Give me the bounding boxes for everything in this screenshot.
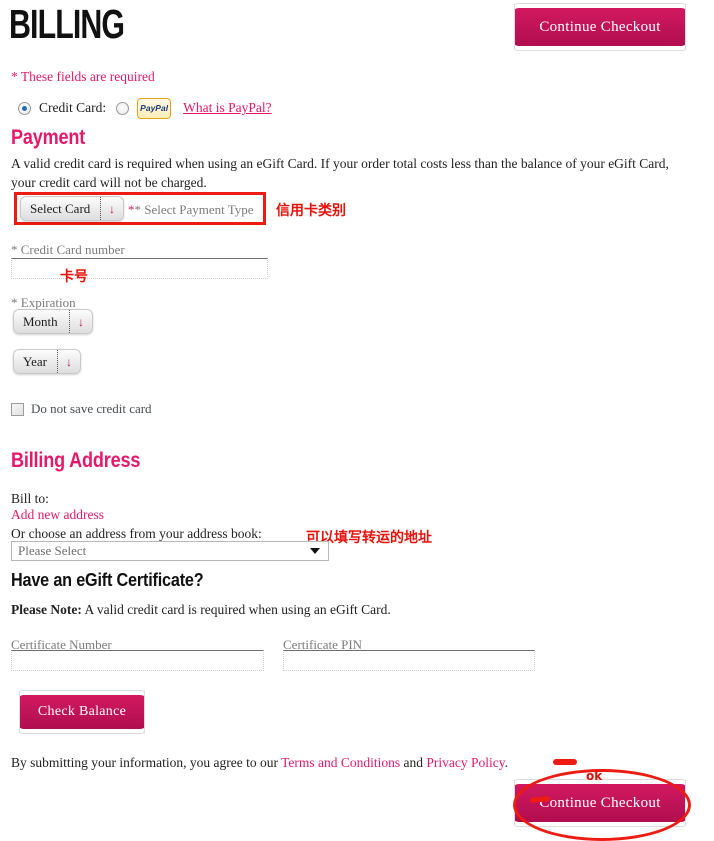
continue-checkout-top-label: Continue Checkout: [539, 18, 661, 35]
card-type-select-value: Select Card: [30, 200, 91, 216]
required-fields-note: * These fields are required: [11, 69, 155, 84]
do-not-save-credit-card-label: Do not save credit card: [31, 401, 152, 416]
page-title: BILLING: [9, 1, 125, 47]
address-book-select[interactable]: Please Select: [11, 541, 329, 561]
annotation-card-number: 卡号: [60, 269, 88, 285]
egift-note: Please Note: A valid credit card is requ…: [11, 600, 391, 619]
annotation-ok: ok: [586, 769, 603, 783]
certificate-number-input[interactable]: [11, 650, 264, 671]
legal-text-start: By submitting your information, you agre…: [11, 755, 282, 770]
billing-address-heading: Billing Address: [11, 449, 141, 472]
continue-checkout-button-top[interactable]: Continue Checkout: [507, 4, 693, 50]
paypal-radio[interactable]: [116, 101, 130, 115]
egift-note-strong: Please Note:: [11, 602, 82, 617]
check-balance-label: Check Balance: [37, 704, 127, 719]
credit-card-radio-label: Credit Card:: [39, 100, 107, 115]
payment-heading: Payment: [11, 126, 86, 149]
card-number-label: * Credit Card number: [11, 242, 125, 257]
address-book-select-value: Please Select: [18, 543, 87, 558]
terms-and-conditions-link[interactable]: Terms and Conditions: [281, 755, 400, 770]
paypal-logo-icon: PayPal: [137, 97, 172, 119]
continue-checkout-bottom-label: Continue Checkout: [539, 794, 661, 811]
expiration-month-value: Month: [23, 313, 58, 329]
payment-description: A valid credit card is required when usi…: [11, 156, 669, 190]
add-new-address-link[interactable]: Add new address: [11, 505, 104, 524]
check-balance-button[interactable]: Check Balance: [12, 691, 152, 733]
expiration-year-value: Year: [23, 353, 47, 369]
annotation-card-type: 信用卡类别: [276, 203, 346, 219]
card-type-required-text: * Select Payment Type: [134, 202, 254, 217]
legal-footer: By submitting your information, you agre…: [11, 755, 508, 771]
annotation-dash: [553, 759, 577, 765]
do-not-save-credit-card-checkbox[interactable]: [11, 402, 24, 416]
chevron-down-icon: ↓: [69, 310, 92, 333]
egift-note-rest: A valid credit card is required when usi…: [81, 602, 391, 617]
expiration-month-select[interactable]: Month ↓: [13, 309, 93, 334]
legal-text-end: .: [504, 755, 509, 770]
chevron-down-icon: ↓: [100, 197, 123, 220]
continue-checkout-button-bottom[interactable]: Continue Checkout: [507, 780, 693, 826]
expiration-year-select[interactable]: Year ↓: [13, 349, 81, 374]
legal-text-mid: and: [400, 755, 427, 770]
card-number-input[interactable]: [11, 258, 268, 279]
egift-heading: Have an eGift Certificate?: [11, 570, 204, 590]
caret-down-icon: [310, 548, 320, 554]
card-type-select[interactable]: Select Card ↓: [20, 196, 124, 221]
what-is-paypal-link[interactable]: What is PayPal?: [183, 100, 271, 116]
certificate-pin-input[interactable]: [283, 650, 535, 671]
billing-page: BILLING Continue Checkout * These fields…: [0, 0, 714, 841]
payment-type-row: Credit Card: PayPal What is PayPal?: [18, 97, 272, 119]
privacy-policy-link[interactable]: Privacy Policy: [426, 755, 504, 770]
chevron-down-icon: ↓: [57, 350, 80, 373]
credit-card-radio[interactable]: [18, 101, 31, 115]
do-not-save-credit-card-row: Do not save credit card: [11, 401, 152, 417]
card-type-required-label: ** Select Payment Type: [128, 202, 254, 218]
